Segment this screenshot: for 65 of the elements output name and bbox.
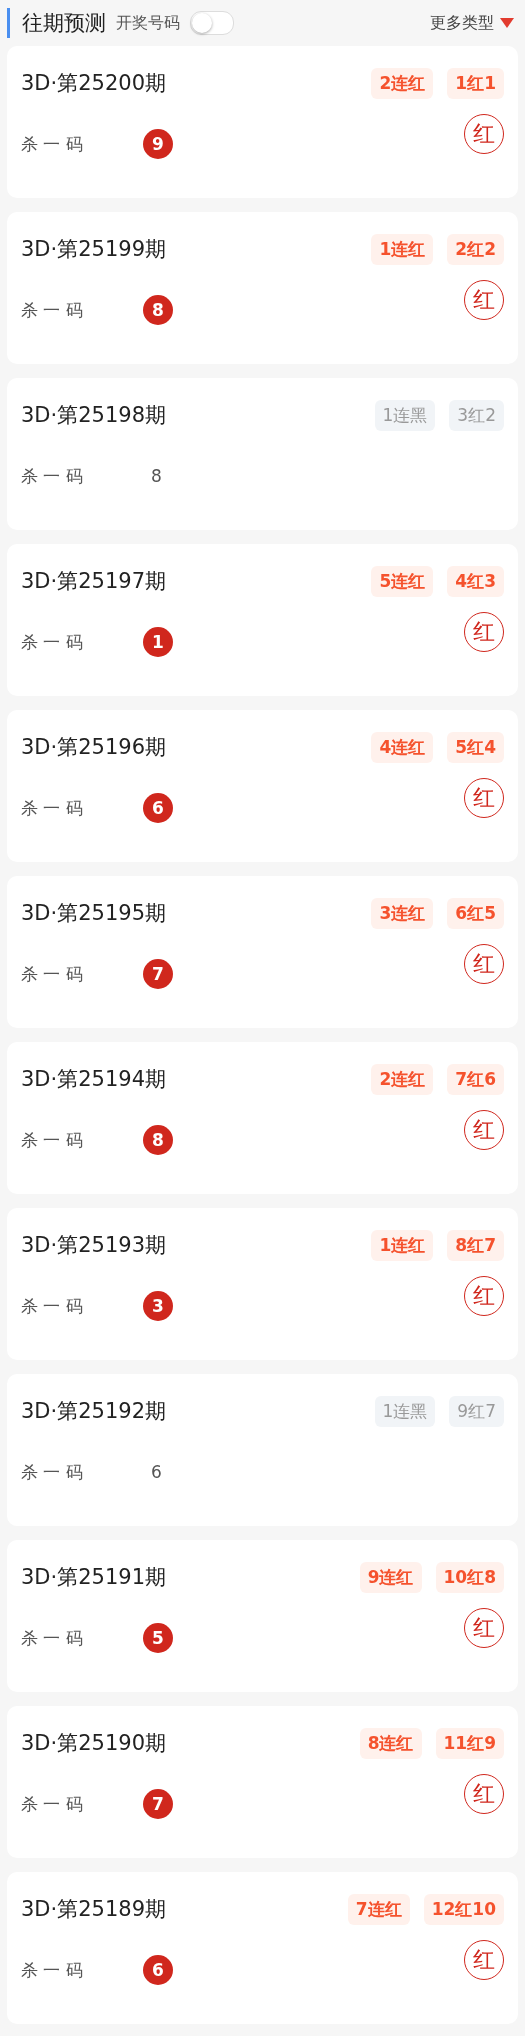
record-tag: 6红5	[447, 897, 504, 929]
streak-tag: 2连红	[371, 1063, 434, 1095]
number-ball: 7	[143, 959, 173, 989]
number-ball: 6	[143, 793, 173, 823]
record-tag: 11红9	[435, 1727, 504, 1759]
kill-code-label: 杀 一 码	[21, 1792, 84, 1816]
record-tag: 1红1	[447, 67, 504, 99]
issue-title: 3D·第25194期	[21, 1066, 166, 1093]
kill-code-label: 杀 一 码	[21, 1294, 84, 1318]
issue-title: 3D·第25199期	[21, 236, 166, 263]
record-tag: 2红2	[447, 233, 504, 265]
kill-code-label: 杀 一 码	[21, 1460, 84, 1484]
number-ball: 5	[143, 1623, 173, 1653]
issue-title: 3D·第25195期	[21, 900, 166, 927]
kill-code-label: 杀 一 码	[21, 1958, 84, 1982]
issue-title: 3D·第25200期	[21, 70, 166, 97]
streak-tag: 3连红	[371, 897, 434, 929]
kill-code-label: 杀 一 码	[21, 464, 84, 488]
section-title: 往期预测	[22, 10, 106, 37]
issue-title: 3D·第25198期	[21, 402, 166, 429]
streak-tag: 4连红	[371, 731, 434, 763]
record-tag: 7红6	[447, 1063, 504, 1095]
number-text: 6	[151, 1462, 162, 1482]
record-tag: 5红4	[447, 731, 504, 763]
issue-title: 3D·第25192期	[21, 1398, 166, 1425]
number-ball: 8	[143, 1125, 173, 1155]
streak-tag: 2连红	[371, 67, 434, 99]
number-ball: 3	[143, 1291, 173, 1321]
record-tag: 4红3	[447, 565, 504, 597]
streak-tag: 9连红	[359, 1561, 422, 1593]
number-ball: 6	[143, 1955, 173, 1985]
streak-tag: 5连红	[371, 565, 434, 597]
record-tag: 10红8	[435, 1561, 504, 1593]
kill-code-label: 杀 一 码	[21, 796, 84, 820]
kill-code-label: 杀 一 码	[21, 298, 84, 322]
more-types-dropdown[interactable]: 更多类型	[430, 12, 494, 34]
number-ball: 7	[143, 1789, 173, 1819]
issue-title: 3D·第25197期	[21, 568, 166, 595]
record-tag: 12红10	[423, 1893, 504, 1925]
streak-tag: 1连红	[371, 233, 434, 265]
streak-tag: 1连黑	[374, 399, 436, 431]
kill-code-label: 杀 一 码	[21, 630, 84, 654]
kill-code-label: 杀 一 码	[21, 1128, 84, 1152]
record-tag: 9红7	[449, 1395, 504, 1427]
streak-tag: 8连红	[359, 1727, 422, 1759]
issue-title: 3D·第25193期	[21, 1232, 166, 1259]
kill-code-label: 杀 一 码	[21, 1626, 84, 1650]
caret-icon	[500, 18, 514, 28]
kill-code-label: 杀 一 码	[21, 962, 84, 986]
toggle-label: 开奖号码	[116, 12, 180, 34]
streak-tag: 7连红	[347, 1893, 410, 1925]
record-tag: 8红7	[447, 1229, 504, 1261]
streak-tag: 1连红	[371, 1229, 434, 1261]
issue-title: 3D·第25189期	[21, 1896, 166, 1923]
number-ball: 1	[143, 627, 173, 657]
issue-title: 3D·第25196期	[21, 734, 166, 761]
number-text: 8	[151, 466, 162, 486]
issue-title: 3D·第25191期	[21, 1564, 166, 1591]
issue-title: 3D·第25190期	[21, 1730, 166, 1757]
number-ball: 9	[143, 129, 173, 159]
toggle-switch[interactable]	[190, 11, 234, 35]
number-ball: 8	[143, 295, 173, 325]
record-tag: 3红2	[449, 399, 504, 431]
kill-code-label: 杀 一 码	[21, 132, 84, 156]
streak-tag: 1连黑	[374, 1395, 436, 1427]
